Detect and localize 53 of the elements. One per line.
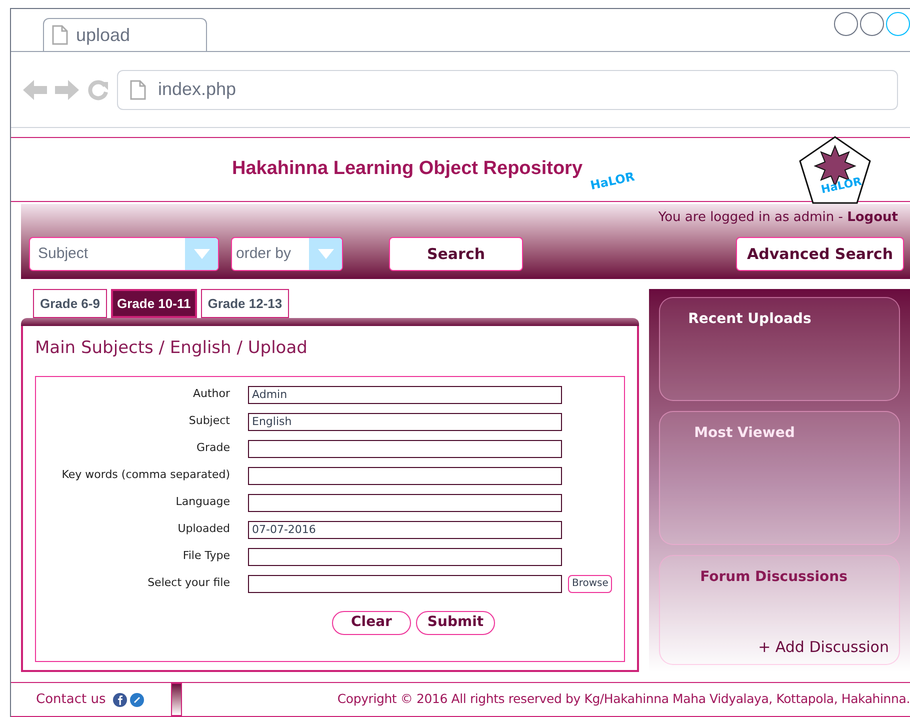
address-bar[interactable]: index.php: [117, 70, 898, 110]
logo-text: HaLOR: [820, 174, 864, 198]
breadcrumb: Main Subjects / English / Upload: [35, 337, 308, 360]
dropdown-arrow-icon: [194, 248, 210, 259]
address-text: index.php: [158, 78, 236, 102]
submit-button[interactable]: Submit: [416, 610, 495, 635]
field-label: Select your file: [146, 575, 230, 592]
grade-tab[interactable]: Grade 6-9: [33, 289, 107, 318]
message-icon[interactable]: [130, 692, 144, 707]
field-label: Language: [174, 494, 230, 510]
add-discussion-link[interactable]: + Add Discussion: [758, 636, 889, 658]
input-field[interactable]: [248, 440, 562, 458]
input-field[interactable]: 07-07-2016: [248, 520, 562, 539]
field-label: Author: [192, 386, 230, 402]
browse-button[interactable]: Browse: [568, 574, 612, 593]
page-icon: [52, 25, 68, 46]
dropdown-arrow-icon: [318, 248, 334, 259]
input-field[interactable]: [248, 494, 562, 512]
input-field[interactable]: [248, 466, 562, 485]
search-button[interactable]: Search: [389, 236, 523, 271]
dropdown-placeholder: Subject: [37, 244, 90, 264]
window-control-icon[interactable]: [860, 12, 884, 36]
order-dropdown[interactable]: order by: [231, 236, 343, 271]
clear-button[interactable]: Clear: [332, 610, 411, 635]
page-icon: [130, 80, 146, 100]
star-logo-icon: [799, 136, 871, 204]
field-label: Grade: [195, 440, 230, 456]
field-label: File Type: [182, 548, 230, 564]
advanced-search-button[interactable]: Advanced Search: [736, 236, 904, 271]
dropdown-placeholder: order by: [235, 244, 292, 264]
card-title: Recent Uploads: [688, 311, 812, 328]
field-label: Key words (comma separated): [60, 467, 230, 484]
input-field[interactable]: Admin: [248, 386, 562, 404]
input-field[interactable]: English: [248, 412, 562, 431]
file-path-field[interactable]: [248, 574, 562, 593]
window-control-icon[interactable]: [834, 12, 858, 36]
site-title: Hakahinna Learning Object Repository: [232, 157, 583, 182]
card-title: Most Viewed: [694, 425, 795, 442]
input-field[interactable]: [248, 548, 562, 566]
facebook-icon[interactable]: [112, 692, 127, 707]
contact-link[interactable]: Contact us: [36, 690, 106, 710]
field-label: Subject: [188, 413, 230, 430]
subject-dropdown[interactable]: Subject: [29, 236, 219, 271]
logout-link[interactable]: Logout: [847, 208, 898, 228]
logo-text: HaLOR: [588, 168, 636, 195]
grade-tab[interactable]: Grade 12-13: [200, 289, 290, 318]
browser-tab[interactable]: upload: [43, 18, 207, 52]
login-status: You are logged in as admin -: [658, 208, 844, 227]
field-label: Uploaded: [176, 521, 230, 538]
copyright-text: Copyright © 2016 All rights reserved by Kg/Hakahinna Maha Vidyalaya, Kottapola, Hakahinna.: [337, 690, 910, 708]
grade-tab[interactable]: Grade 10-11: [110, 289, 197, 318]
card-title: Forum Discussions: [700, 569, 848, 586]
tab-title: upload: [76, 24, 130, 47]
